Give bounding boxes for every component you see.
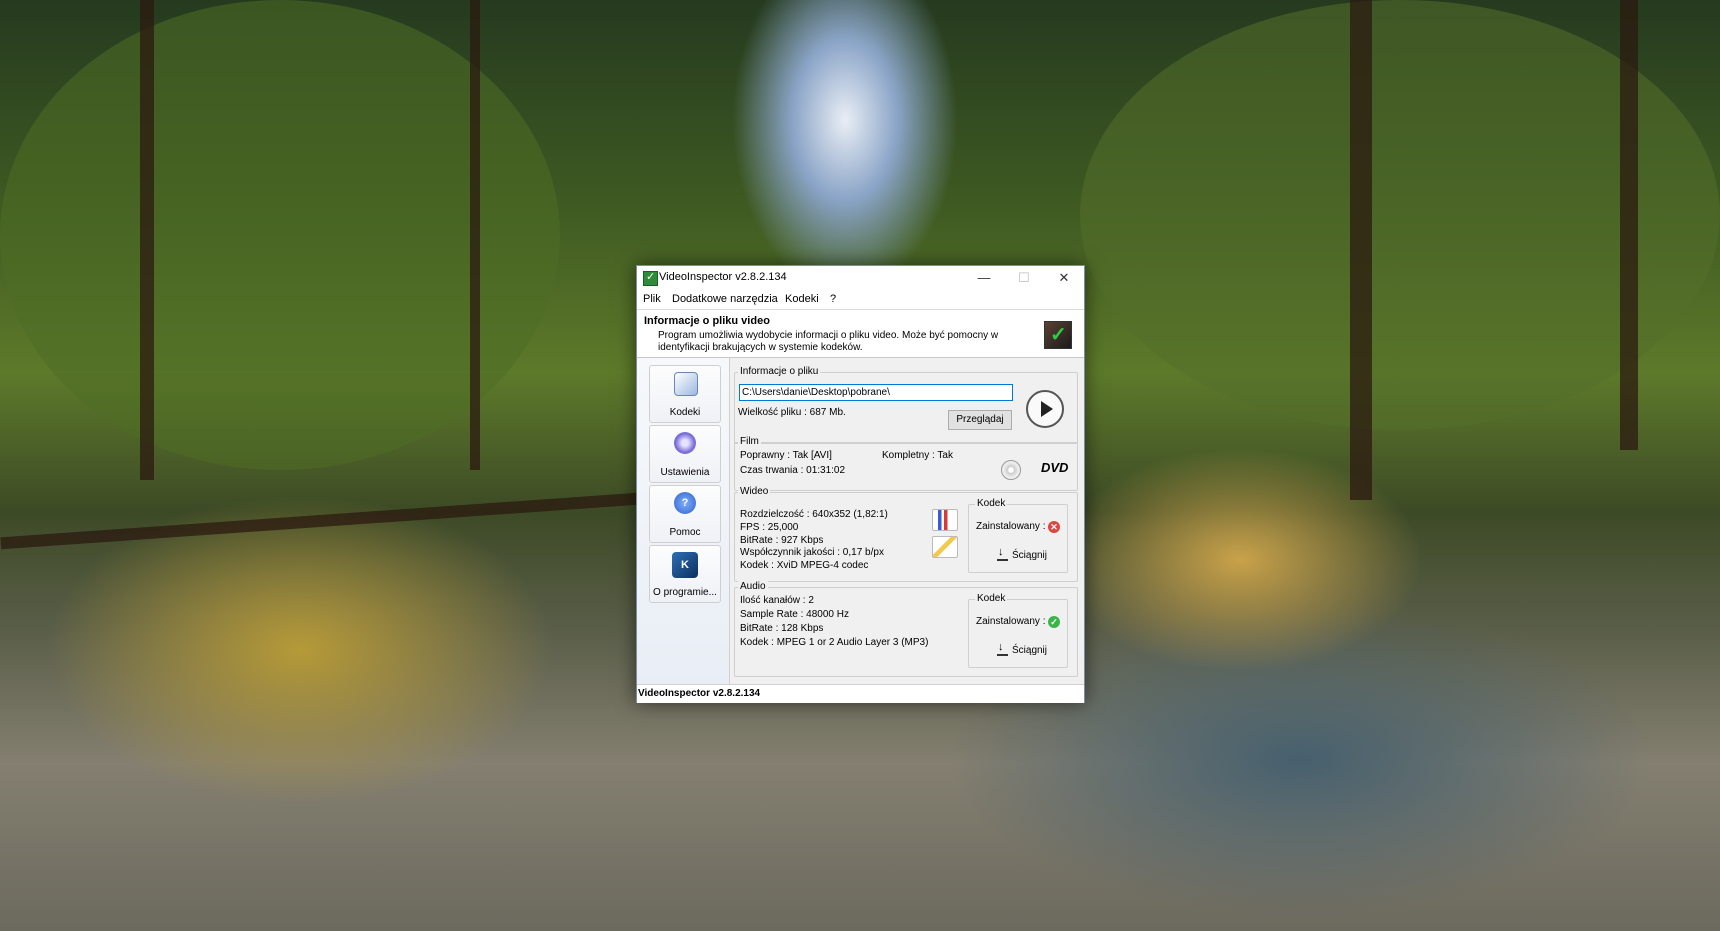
sidebar-item-help[interactable]: ? Pomoc [649, 485, 721, 543]
video-quality: Współczynnik jakości : 0,17 b/px [740, 547, 884, 558]
audio-title: Audio [738, 581, 768, 592]
film-valid: Poprawny : Tak [AVI] [740, 450, 832, 461]
codecs-icon [674, 372, 698, 396]
menu-plik[interactable]: Plik [643, 293, 661, 305]
file-path-input[interactable] [739, 384, 1013, 401]
download-icon [996, 543, 1008, 562]
window-title: VideoInspector v2.8.2.134 [659, 271, 787, 283]
video-download-button[interactable]: Ściągnij [990, 543, 1054, 566]
dvd-logo-icon: DVD [1041, 460, 1069, 475]
about-icon: K [672, 552, 698, 578]
disc-icon [1001, 460, 1021, 480]
file-info-title: Informacje o pliku [738, 366, 821, 377]
sidebar: Kodeki Ustawienia ? Pomoc K O programie.… [637, 358, 730, 684]
video-resolution: Rozdzielczość : 640x352 (1,82:1) [740, 509, 888, 520]
status-text: VideoInspector v2.8.2.134 [638, 688, 761, 699]
wallpaper-log [0, 492, 640, 550]
sidebar-item-about[interactable]: K O programie... [649, 545, 721, 603]
video-codec: Kodek : XviD MPEG-4 codec [740, 560, 869, 571]
chart-icon[interactable] [932, 509, 958, 531]
settings-gear-icon [674, 432, 696, 454]
close-button[interactable]: ✕ [1044, 266, 1084, 290]
wallpaper-tree [1350, 0, 1372, 500]
wallpaper-tree [1620, 0, 1638, 450]
audio-channels: Ilość kanałów : 2 [740, 595, 814, 606]
app-icon [643, 270, 658, 286]
menu-codecs[interactable]: Kodeki [785, 293, 819, 305]
minimize-button[interactable]: — [964, 266, 1004, 290]
status-bar: VideoInspector v2.8.2.134 [637, 684, 1084, 703]
film-complete: Kompletny : Tak [882, 450, 953, 461]
app-window: VideoInspector v2.8.2.134 — ☐ ✕ Plik Dod… [636, 265, 1085, 703]
sidebar-item-settings[interactable]: Ustawienia [649, 425, 721, 483]
sidebar-item-label: O programie... [653, 587, 717, 598]
audio-sample-rate: Sample Rate : 48000 Hz [740, 609, 849, 620]
error-x-icon: ✕ [1048, 521, 1060, 533]
check-icon: ✓ [1048, 616, 1060, 628]
download-label: Ściągnij [1011, 645, 1048, 656]
audio-download-button[interactable]: Ściągnij [990, 638, 1054, 661]
header-title: Informacje o pliku video [644, 315, 770, 327]
file-size: Wielkość pliku : 687 Mb. [738, 407, 846, 418]
video-bitrate: BitRate : 927 Kbps [740, 535, 824, 546]
film-duration: Czas trwania : 01:31:02 [740, 465, 846, 476]
edit-icon[interactable] [932, 536, 958, 558]
film-title: Film [738, 436, 761, 447]
sidebar-item-label: Kodeki [669, 407, 701, 418]
video-fps: FPS : 25,000 [740, 522, 799, 533]
video-title: Wideo [738, 486, 771, 497]
audio-bitrate: BitRate : 128 Kbps [740, 623, 824, 634]
browse-button[interactable]: Przeglądaj [948, 410, 1012, 430]
header-description: Program umożliwia wydobycie informacji o… [658, 330, 999, 353]
download-icon [996, 638, 1008, 657]
wallpaper-tree [470, 0, 480, 470]
audio-codec-group-title: Kodek [975, 593, 1008, 604]
play-button[interactable] [1026, 390, 1064, 428]
sidebar-item-label: Pomoc [669, 527, 701, 538]
menu-bar: Plik Dodatkowe narzędzia Kodeki ? [637, 290, 1084, 310]
sidebar-item-label: Ustawienia [660, 467, 710, 478]
wallpaper-tree [140, 0, 154, 480]
film-check-icon [1044, 321, 1072, 349]
title-bar[interactable]: VideoInspector v2.8.2.134 — ☐ ✕ [637, 266, 1084, 290]
audio-codec: Kodek : MPEG 1 or 2 Audio Layer 3 (MP3) [740, 637, 929, 648]
video-installed-label: Zainstalowany : [976, 521, 1046, 532]
menu-tools[interactable]: Dodatkowe narzędzia [672, 293, 778, 305]
header-panel: Informacje o pliku video Program umożliw… [637, 310, 1084, 358]
maximize-button[interactable]: ☐ [1004, 266, 1044, 290]
help-icon: ? [674, 492, 696, 514]
sidebar-item-codecs[interactable]: Kodeki [649, 365, 721, 423]
download-label: Ściągnij [1011, 550, 1048, 561]
audio-installed-label: Zainstalowany : [976, 616, 1046, 627]
menu-help[interactable]: ? [830, 293, 836, 305]
video-codec-group-title: Kodek [975, 498, 1008, 509]
